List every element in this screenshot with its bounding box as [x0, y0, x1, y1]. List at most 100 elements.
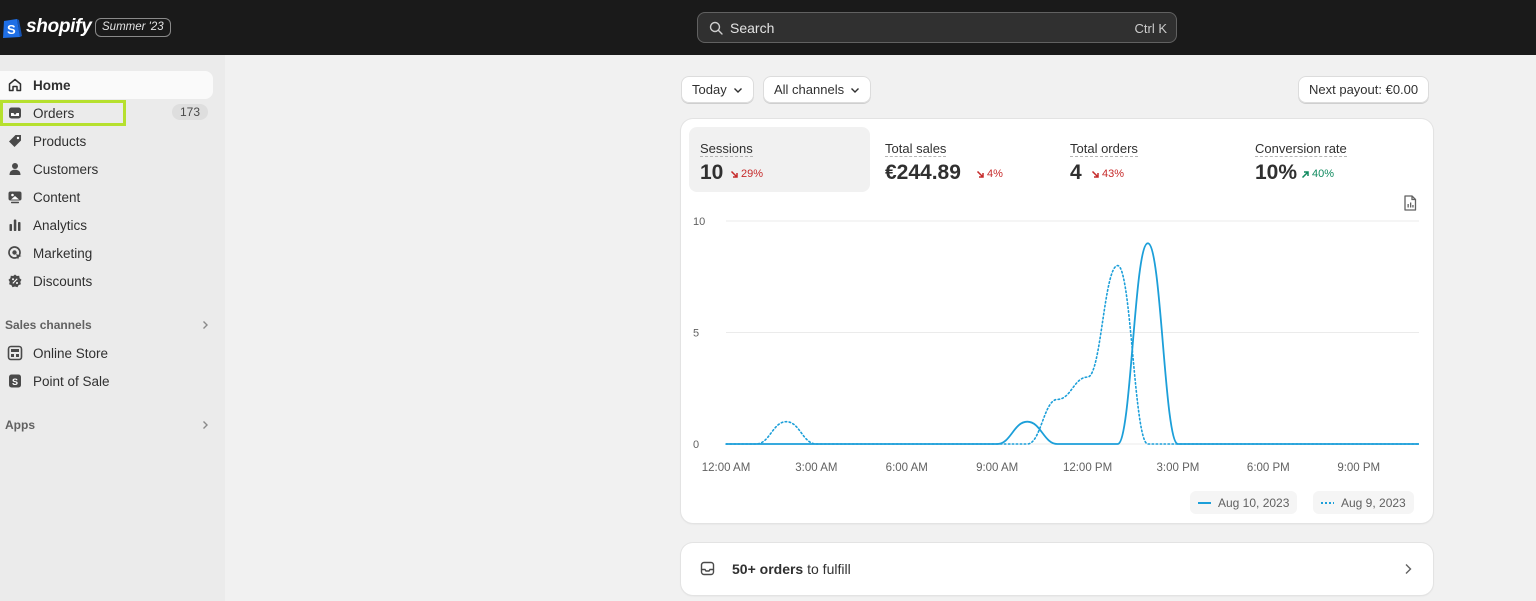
metric-conversion-rate[interactable]: Conversion rate 10% 40%: [1244, 127, 1425, 192]
person-icon: [9, 163, 21, 175]
chevron-down-icon: [851, 87, 860, 93]
arrow-down-right-icon: [1091, 170, 1099, 178]
x-tick-label: 9:00 PM: [1337, 462, 1380, 474]
sidebar-item-label: Point of Sale: [33, 373, 110, 389]
date-filter-button[interactable]: Today: [681, 76, 754, 103]
sidebar-item-content[interactable]: Content: [0, 183, 213, 211]
inbox-icon: [700, 561, 715, 576]
x-tick-label: 3:00 AM: [795, 462, 837, 474]
x-tick-label: 12:00 PM: [1063, 462, 1112, 474]
metric-sessions[interactable]: Sessions 10 29%: [689, 127, 870, 192]
x-tick-label: 12:00 AM: [702, 462, 751, 474]
metric-change: 4%: [976, 168, 1003, 180]
sidebar-item-label: Discounts: [33, 273, 93, 289]
next-payout-label: Next payout: €0.00: [1309, 82, 1419, 97]
sidebar-item-discounts[interactable]: Discounts: [0, 267, 213, 295]
legend-item-aug-9[interactable]: Aug 9, 2023: [1313, 491, 1414, 514]
metric-label: Total orders: [1070, 141, 1138, 157]
search-shortcut: Ctrl K: [1134, 21, 1168, 36]
sidebar-item-label: Content: [33, 189, 81, 205]
orders-to-fulfill-card[interactable]: 50+ orders to fulfill: [681, 543, 1433, 595]
metric-change: 43%: [1091, 168, 1124, 180]
bar-chart-icon: [9, 219, 21, 231]
orders-suffix-text: to fulfill: [807, 561, 851, 577]
sessions-line-chart: 0 5 10 12:00 AM 3:00 AM 6:00 AM 9:00 AM 12:00 P…: [693, 216, 1420, 474]
sidebar-item-label: Orders: [33, 105, 75, 121]
shopify-bag-icon: S: [3, 19, 22, 38]
metric-change-value: 43%: [1102, 168, 1125, 180]
sales-channels-header[interactable]: Sales channels: [5, 318, 210, 332]
y-tick-label: 10: [693, 216, 705, 228]
metric-value: 10%: [1255, 161, 1298, 184]
sales-channels-label: Sales channels: [5, 318, 92, 332]
sidebar-item-label: Online Store: [33, 345, 109, 361]
search-input[interactable]: Search Ctrl K: [697, 12, 1177, 43]
y-tick-label: 0: [693, 439, 699, 451]
chevron-down-icon: [733, 87, 742, 93]
sidebar-item-analytics[interactable]: Analytics: [0, 211, 213, 239]
legend-label: Aug 9, 2023: [1341, 495, 1406, 510]
metric-change-value: 4%: [987, 168, 1003, 180]
x-tick-label: 6:00 AM: [886, 462, 928, 474]
arrow-down-right-icon: [976, 170, 984, 178]
sidebar-item-orders[interactable]: Orders 173: [0, 99, 213, 127]
legend-dotted-swatch: [1321, 501, 1334, 504]
sidebar: Home Orders 173 Products Customers Conte…: [0, 55, 225, 601]
date-filter-label: Today: [692, 82, 727, 97]
legend-item-aug-10[interactable]: Aug 10, 2023: [1190, 491, 1298, 514]
metric-value: €244.89: [885, 161, 961, 184]
sidebar-item-label: Marketing: [33, 245, 93, 261]
home-icon: [8, 78, 22, 92]
orders-count-text: 50+ orders: [732, 561, 804, 577]
sidebar-item-products[interactable]: Products: [0, 127, 213, 155]
pos-icon: S: [9, 374, 21, 388]
sidebar-item-marketing[interactable]: Marketing: [0, 239, 213, 267]
metric-change: 29%: [730, 168, 763, 180]
metric-value: 10: [700, 161, 724, 184]
metric-change: 40%: [1301, 168, 1334, 180]
legend-label: Aug 10, 2023: [1218, 495, 1290, 510]
channel-filter-button[interactable]: All channels: [763, 76, 872, 103]
metric-change-value: 29%: [741, 168, 764, 180]
metric-value: 4: [1070, 161, 1082, 184]
sidebar-item-point-of-sale[interactable]: S Point of Sale: [0, 367, 213, 395]
series-line-aug-9: [725, 264, 1420, 445]
metric-label: Sessions: [700, 141, 753, 157]
arrow-up-right-icon: [1301, 170, 1309, 178]
apps-header[interactable]: Apps: [5, 418, 210, 432]
shopify-logo[interactable]: S shopify: [2, 15, 92, 39]
orders-count-badge: 173: [171, 104, 208, 120]
sidebar-item-label: Products: [33, 133, 87, 149]
chevron-right-icon: [203, 321, 208, 329]
analytics-card: Sessions 10 29% Total sales €244.89 4% T…: [681, 119, 1433, 523]
metric-total-sales[interactable]: Total sales €244.89 4%: [874, 127, 1055, 192]
x-tick-label: 3:00 PM: [1157, 462, 1200, 474]
chevron-right-icon: [1405, 564, 1412, 574]
edition-badge[interactable]: Summer '23: [95, 18, 171, 37]
target-icon: [8, 246, 22, 260]
metric-change-value: 40%: [1312, 168, 1335, 180]
metric-label: Conversion rate: [1255, 141, 1347, 157]
sidebar-item-online-store[interactable]: Online Store: [0, 339, 213, 367]
arrow-down-right-icon: [730, 170, 738, 178]
y-tick-label: 5: [693, 328, 699, 340]
svg-text:S: S: [12, 377, 18, 387]
image-icon: [8, 191, 22, 204]
metric-label: Total sales: [885, 141, 947, 157]
x-tick-label: 9:00 AM: [976, 462, 1018, 474]
sidebar-item-customers[interactable]: Customers: [0, 155, 213, 183]
sidebar-item-home[interactable]: Home: [0, 71, 213, 99]
metric-total-orders[interactable]: Total orders 4 43%: [1059, 127, 1240, 192]
sidebar-item-label: Customers: [33, 161, 99, 177]
sidebar-item-label: Analytics: [33, 217, 88, 233]
discount-icon: [8, 274, 22, 288]
next-payout-button[interactable]: Next payout: €0.00: [1298, 76, 1430, 103]
inbox-icon: [9, 107, 21, 119]
channel-filter-label: All channels: [774, 82, 845, 97]
store-icon: [7, 345, 23, 361]
logo-text: shopify: [26, 16, 92, 37]
tag-icon: [9, 135, 21, 147]
apps-label: Apps: [5, 418, 35, 432]
search-icon: [709, 21, 723, 35]
x-tick-label: 6:00 PM: [1247, 462, 1290, 474]
